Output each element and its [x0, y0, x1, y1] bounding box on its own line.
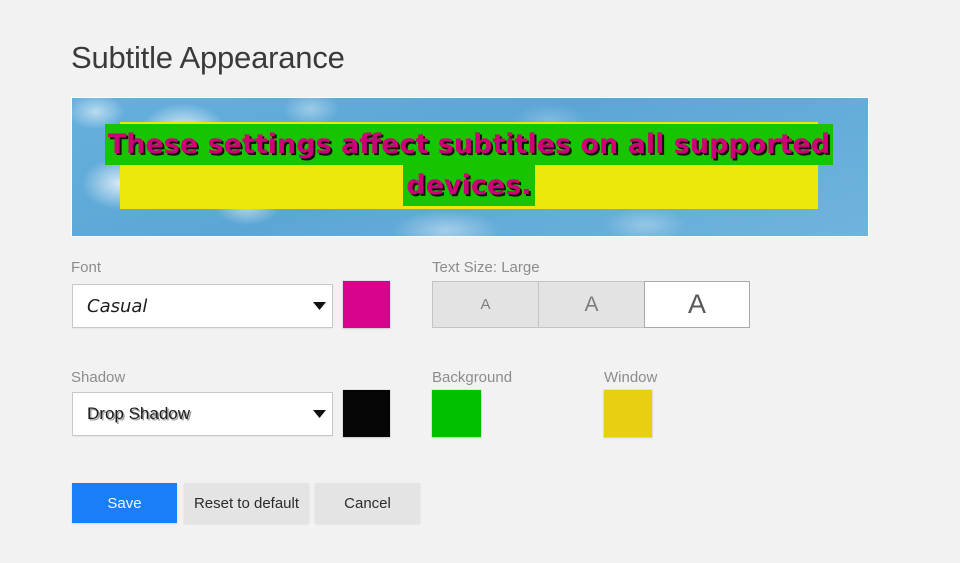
font-color-swatch[interactable]: [343, 281, 390, 328]
shadow-color-swatch[interactable]: [343, 390, 390, 437]
window-color-swatch[interactable]: [604, 390, 652, 437]
chevron-down-icon: [306, 302, 332, 310]
caption-line: These settings affect subtitles on all s…: [104, 124, 834, 165]
cancel-button[interactable]: Cancel: [315, 483, 420, 523]
text-size-option-medium[interactable]: A: [538, 281, 644, 328]
page-title: Subtitle Appearance: [71, 40, 345, 75]
window-label: Window: [604, 369, 658, 386]
text-size-option-large[interactable]: A: [644, 281, 750, 328]
text-size-label: Text Size: Large: [432, 259, 540, 276]
font-label: Font: [71, 259, 102, 276]
caption-line: devices.: [403, 165, 535, 206]
font-select[interactable]: Casual: [72, 284, 333, 328]
text-size-segmented-control[interactable]: A A A: [432, 281, 750, 328]
chevron-down-icon: [306, 410, 332, 418]
shadow-label: Shadow: [71, 369, 126, 386]
subtitle-preview-panel: These settings affect subtitles on all s…: [72, 98, 868, 236]
caption-window-box: These settings affect subtitles on all s…: [104, 122, 834, 209]
save-button[interactable]: Save: [72, 483, 177, 523]
text-size-option-small[interactable]: A: [432, 281, 538, 328]
background-color-swatch[interactable]: [432, 390, 481, 437]
shadow-select[interactable]: Drop Shadow: [72, 392, 333, 436]
font-select-value: Casual: [87, 295, 148, 317]
reset-to-default-button[interactable]: Reset to default: [184, 483, 309, 523]
shadow-select-value: Drop Shadow: [87, 404, 191, 423]
background-label: Background: [432, 369, 513, 386]
